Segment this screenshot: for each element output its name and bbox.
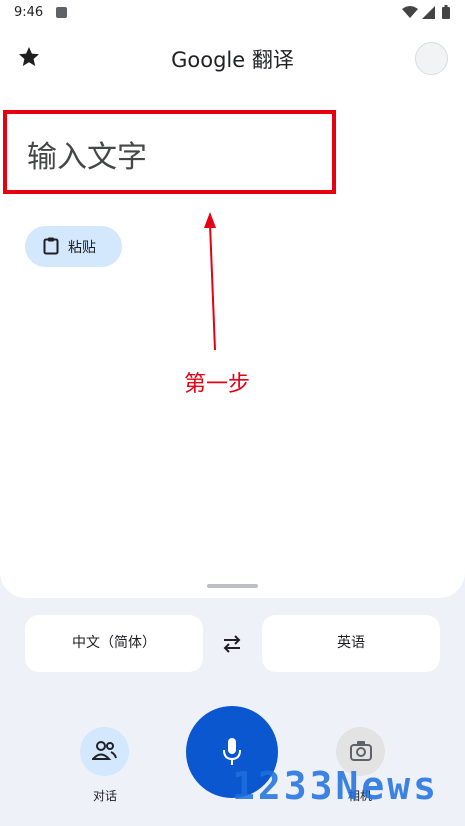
signal-icon: [422, 6, 435, 19]
paste-button[interactable]: 粘贴: [25, 226, 122, 267]
microphone-icon: [223, 738, 241, 765]
status-time: 9:46: [14, 5, 44, 20]
source-language-button[interactable]: 中文（简体）: [25, 615, 203, 672]
text-input-area[interactable]: 输入文字: [3, 110, 336, 194]
camera-icon: [350, 741, 372, 761]
annotation-arrow: [204, 212, 216, 351]
battery-icon: [442, 5, 450, 19]
wifi-icon: [402, 6, 418, 18]
conversation-label: 对话: [92, 789, 117, 803]
conversation-button[interactable]: [80, 727, 129, 776]
notification-icon: [56, 7, 67, 18]
drag-handle[interactable]: [207, 584, 258, 588]
people-icon: [92, 741, 117, 760]
translation-panel: [0, 0, 465, 598]
avatar[interactable]: [415, 42, 448, 75]
app-title: Google 翻译: [171, 48, 294, 72]
watermark: 1233News: [232, 764, 440, 808]
input-placeholder: 输入文字: [27, 140, 147, 175]
status-bar: 9:46: [0, 0, 465, 26]
target-language-button[interactable]: 英语: [262, 615, 440, 672]
clipboard-icon: [43, 237, 59, 255]
paste-label: 粘贴: [68, 240, 96, 256]
step-annotation: 第一步: [184, 372, 251, 397]
swap-languages-icon[interactable]: [220, 633, 244, 655]
